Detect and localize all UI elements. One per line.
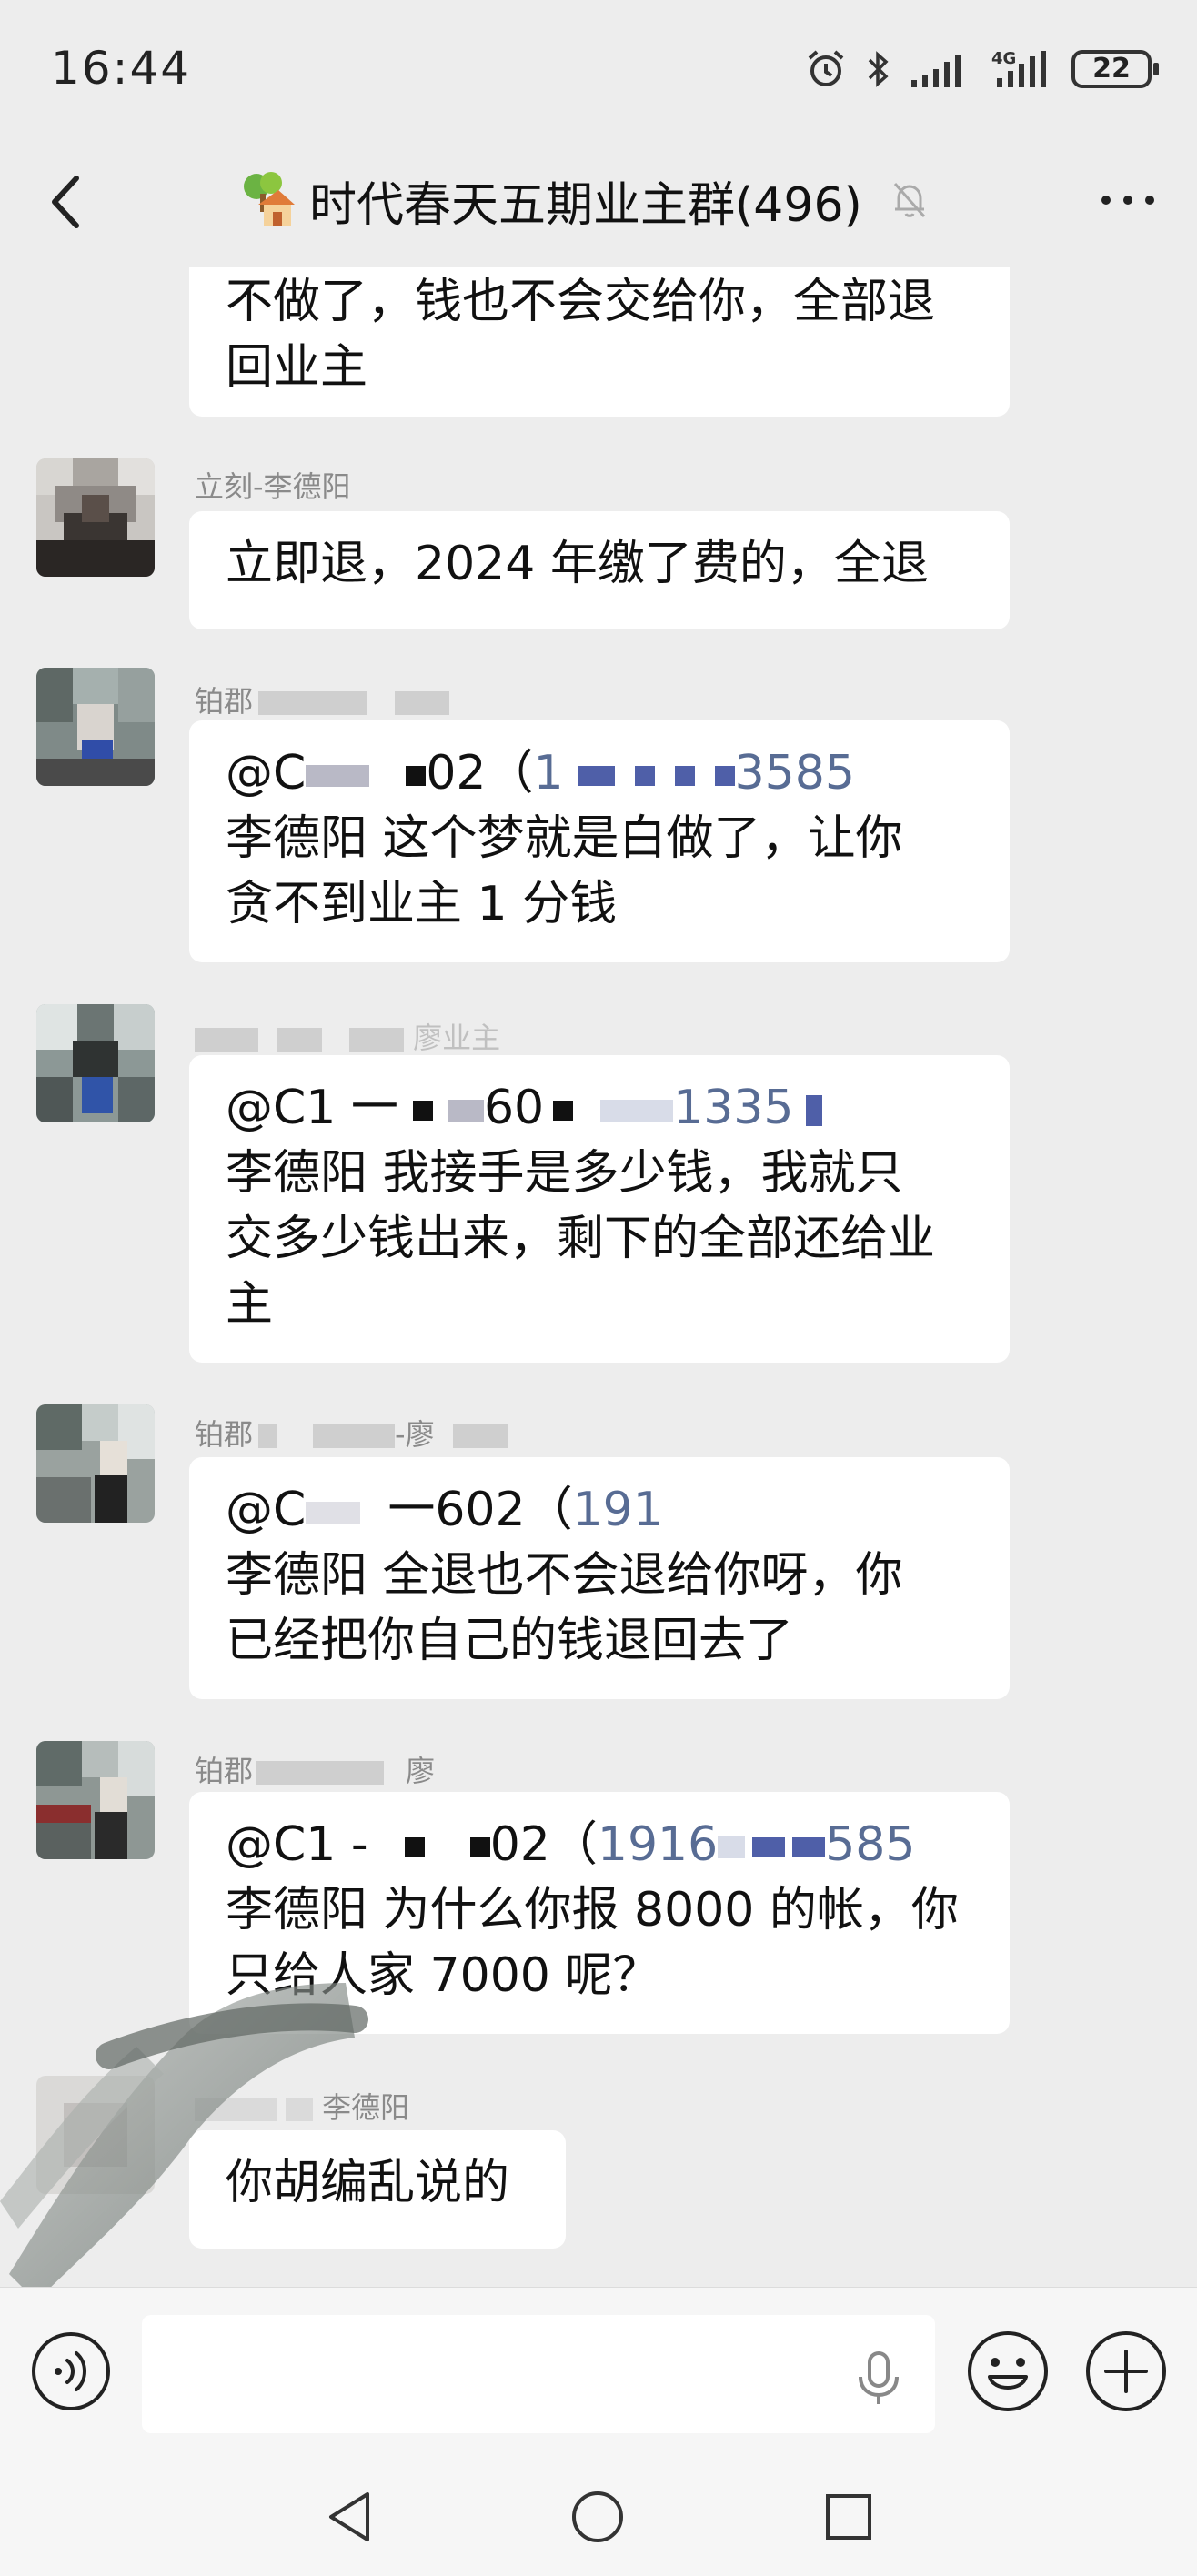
more-options-button[interactable] — [1091, 173, 1164, 227]
back-button[interactable] — [40, 169, 95, 235]
mention-line: @C1 -02（1916 585 — [226, 1817, 916, 1872]
system-recents-icon[interactable] — [817, 2485, 880, 2549]
alarm-icon — [808, 50, 844, 86]
avatar[interactable] — [36, 1404, 155, 1523]
bluetooth-icon — [868, 51, 889, 87]
sender-name: 立刻-李德阳 — [195, 469, 351, 504]
chat-header: 时代春天五期业主群(496) — [0, 136, 1197, 267]
system-back-icon[interactable] — [318, 2485, 382, 2549]
chat-title: 时代春天五期业主群(496) — [309, 177, 862, 233]
input-bar — [0, 2287, 1197, 2454]
message-line: 不做了，钱也不会交给你，全部退 — [226, 275, 936, 329]
message-bubble[interactable]: @C1 一 60 1335 李德阳 我接手是多少钱，我就只 交多少钱出来，剩下的全部… — [189, 1055, 1010, 1363]
message-line: 立即退，2024 年缴了费的，全退 — [226, 537, 929, 591]
message-line: 贪不到业主 1 分钱 — [226, 877, 618, 931]
message-line: 主 — [226, 1277, 274, 1332]
status-icons: 4G 22 — [804, 47, 1159, 91]
system-navigation-bar — [0, 2454, 1197, 2576]
status-time: 16:44 — [51, 42, 192, 95]
message-input[interactable] — [142, 2315, 935, 2433]
status-bar: 16:44 4G 22 — [0, 0, 1197, 136]
message-bubble[interactable]: 不做了，钱也不会交给你，全部退 回业主 — [189, 267, 1010, 417]
sender-name: 李德阳 — [195, 2085, 409, 2127]
signal-4g-icon: 4G — [991, 49, 1046, 87]
message-line: 李德阳 这个梦就是白做了，让你 — [226, 811, 903, 866]
message-line: 李德阳 我接手是多少钱，我就只 — [226, 1146, 903, 1201]
group-avatar-icon — [244, 172, 295, 226]
mention-line: @C 一602（191 — [226, 1483, 663, 1537]
message-bubble[interactable]: @C 一602（191 李德阳 全退也不会退给你呀，你 已经把你自己的钱退回去了 — [189, 1457, 1010, 1699]
chat-title-area[interactable]: 时代春天五期业主群(496) — [236, 164, 964, 236]
message-line: 李德阳 为什么你报 8000 的帐，你 — [226, 1883, 959, 1937]
sender-name: 铂郡 -廖 — [195, 1412, 508, 1454]
message-line: 你胡编乱说的 — [226, 2156, 510, 2210]
avatar[interactable] — [36, 1004, 155, 1122]
emoji-button[interactable] — [964, 2328, 1051, 2415]
message-line: 回业主 — [226, 340, 368, 395]
message-bubble[interactable]: 立即退，2024 年缴了费的，全退 — [189, 511, 1010, 629]
avatar[interactable] — [36, 1741, 155, 1859]
mention-line: @C1 一 60 1335 — [226, 1075, 973, 1141]
avatar[interactable] — [36, 668, 155, 786]
sender-name: 廖业主 — [195, 1015, 500, 1057]
message-bubble[interactable]: @C1 -02（1916 585 李德阳 为什么你报 8000 的帐，你 只给人家… — [189, 1792, 1010, 2034]
message-line: 只给人家 7000 呢？ — [226, 1948, 660, 2003]
avatar[interactable] — [36, 2076, 155, 2194]
svg-text:4G: 4G — [991, 49, 1016, 68]
signal-icon — [911, 55, 961, 87]
system-home-icon[interactable] — [566, 2485, 629, 2549]
more-functions-button[interactable] — [1082, 2328, 1170, 2415]
sender-name: 铂郡 — [195, 679, 450, 720]
message-bubble[interactable]: @C 02（1 3585 李德阳 这个梦就是白做了，让你 贪不到业主 1 分钱 — [189, 720, 1010, 962]
muted-bell-icon — [893, 183, 925, 217]
microphone-icon[interactable] — [853, 2350, 904, 2408]
voice-mode-button[interactable] — [29, 2329, 113, 2413]
message-list[interactable]: 不做了，钱也不会交给你，全部退 回业主 立刻-李德阳 立即退，2024 年缴了费… — [0, 267, 1197, 2287]
message-line: 李德阳 全退也不会退给你呀，你 — [226, 1548, 903, 1603]
sender-name: 铂郡廖 — [195, 1754, 436, 1788]
mention-line: @C 02（1 3585 — [226, 746, 855, 800]
message-bubble[interactable]: 你胡编乱说的 — [189, 2130, 566, 2249]
message-line: 交多少钱出来，剩下的全部还给业 — [226, 1212, 936, 1266]
battery-indicator: 22 — [1071, 50, 1159, 88]
avatar[interactable] — [36, 458, 155, 577]
message-line: 已经把你自己的钱退回去了 — [226, 1614, 794, 1668]
